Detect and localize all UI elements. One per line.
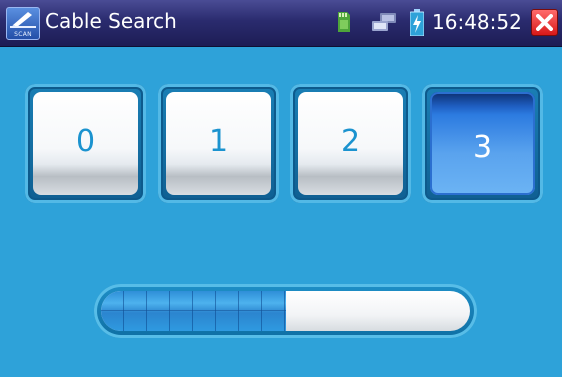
window-title: Cable Search xyxy=(45,9,177,33)
clock: 16:48:52 xyxy=(432,10,522,34)
pair-tile: 3 xyxy=(430,92,535,195)
progress-fill xyxy=(101,291,286,331)
title-bar: SCAN Cable Search 16:48:52 xyxy=(0,0,562,47)
app-icon-label: SCAN xyxy=(14,31,32,38)
pair-tile: 2 xyxy=(298,92,403,195)
pair-label: 1 xyxy=(208,124,229,159)
sd-card-icon xyxy=(338,12,350,32)
scan-app-icon[interactable]: SCAN xyxy=(6,7,40,40)
cable-search-panel: 0 1 2 3 xyxy=(0,47,562,377)
signal-progress-bar xyxy=(94,284,477,338)
pair-label: 2 xyxy=(340,124,361,159)
network-icon xyxy=(372,13,396,31)
screen: SCAN Cable Search 16:48:52 0 1 2 3 xyxy=(0,0,562,377)
pair-button-0[interactable]: 0 xyxy=(25,84,146,203)
pen-icon xyxy=(10,12,36,28)
pair-button-3[interactable]: 3 xyxy=(422,84,543,203)
pair-label: 0 xyxy=(75,124,96,159)
pair-label: 3 xyxy=(472,130,493,165)
pair-button-2[interactable]: 2 xyxy=(290,84,411,203)
close-icon xyxy=(536,14,553,31)
pair-tile: 1 xyxy=(166,92,271,195)
pair-tile: 0 xyxy=(33,92,138,195)
pair-button-1[interactable]: 1 xyxy=(158,84,279,203)
battery-charging-icon xyxy=(410,9,424,36)
progress-track xyxy=(101,291,470,331)
close-button[interactable] xyxy=(531,9,558,36)
